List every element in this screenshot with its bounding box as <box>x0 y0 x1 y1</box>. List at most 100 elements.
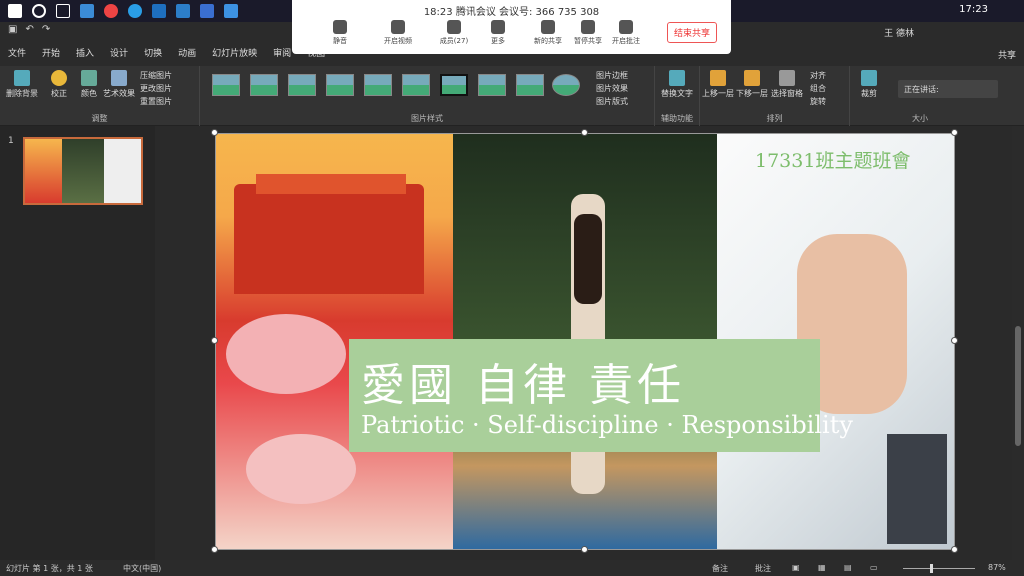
resize-handle-b[interactable] <box>581 546 588 553</box>
tab-insert[interactable]: 插入 <box>68 46 102 59</box>
notes-button[interactable]: 备注 <box>712 563 728 574</box>
zoom-slider[interactable] <box>903 568 975 569</box>
search-icon[interactable] <box>32 4 46 18</box>
tab-transitions[interactable]: 切换 <box>136 46 170 59</box>
resize-handle-br[interactable] <box>951 546 958 553</box>
picture-style-7[interactable] <box>440 74 468 96</box>
reset-picture-button[interactable]: 重置图片 <box>140 96 172 107</box>
remove-background-label: 删除背景 <box>6 89 38 98</box>
picture-style-6[interactable] <box>402 74 430 96</box>
video-label: 开启视频 <box>384 37 412 45</box>
change-picture-button[interactable]: 更改图片 <box>140 83 172 94</box>
share-icon <box>541 20 555 34</box>
send-backward-button[interactable]: 下移一层 <box>736 70 768 99</box>
slide-thumbnail-pane: 1 <box>0 126 155 560</box>
taskview-icon[interactable] <box>56 4 70 18</box>
crop-button[interactable]: 裁剪 <box>856 70 882 99</box>
slogan-banner[interactable]: 愛國 自律 責任 Patriotic · Self-discipline · R… <box>349 339 853 452</box>
save-icon[interactable]: ▣ <box>8 24 17 35</box>
rotate-button[interactable]: 旋转 <box>810 96 826 107</box>
group-adjust: 删除背景 校正 颜色 艺术效果 压缩图片 更改图片 重置图片 调整 <box>0 66 200 126</box>
zoom-knob[interactable] <box>930 564 933 573</box>
zoom-level[interactable]: 87% <box>988 563 1006 572</box>
end-share-button[interactable]: 结束共享 <box>666 22 717 43</box>
comments-button[interactable]: 批注 <box>755 563 771 574</box>
undo-icon[interactable]: ↶ <box>25 24 33 35</box>
slide-sorter-icon[interactable]: ▦ <box>818 563 826 572</box>
send-backward-icon <box>744 70 760 86</box>
language-status[interactable]: 中文(中国) <box>123 563 161 574</box>
resize-handle-tr[interactable] <box>951 129 958 136</box>
picture-style-10[interactable] <box>552 74 580 96</box>
vertical-scrollbar[interactable] <box>1012 126 1024 560</box>
picture-style-4[interactable] <box>326 74 354 96</box>
resize-handle-bl[interactable] <box>211 546 218 553</box>
bring-forward-button[interactable]: 上移一层 <box>702 70 734 99</box>
slogan-english: Patriotic · Self-discipline · Responsibi… <box>361 411 853 439</box>
annotate-button[interactable]: 开启批注 <box>606 20 646 46</box>
resize-handle-r[interactable] <box>951 337 958 344</box>
group-button[interactable]: 组合 <box>810 83 826 94</box>
selection-pane-button[interactable]: 选择窗格 <box>770 70 804 99</box>
picture-effects-button[interactable]: 图片效果 <box>596 83 628 94</box>
tab-home[interactable]: 开始 <box>34 46 68 59</box>
slideshow-icon[interactable]: ▭ <box>870 563 878 572</box>
pause-share-button[interactable]: 暂停共享 <box>568 20 608 46</box>
picture-layout-button[interactable]: 图片版式 <box>596 96 628 107</box>
app-icon[interactable] <box>200 4 214 18</box>
chrome-icon[interactable] <box>104 4 118 18</box>
camera-off-icon <box>391 20 405 34</box>
picture-style-3[interactable] <box>288 74 316 96</box>
alt-text-button[interactable]: 替换文字 <box>660 70 694 99</box>
store-icon[interactable] <box>176 4 190 18</box>
status-bar: 幻灯片 第 1 张，共 1 张 中文(中国) 备注 批注 ▣ ▦ ▤ ▭ 87% <box>0 560 1024 576</box>
selection-pane-icon <box>779 70 795 86</box>
windows-icon[interactable] <box>8 4 22 18</box>
app: 17:23 ▣ ↶ ↷ 王 德林 文件 开始 插入 设计 切换 动画 幻灯片放映… <box>0 0 1024 576</box>
picture-style-8[interactable] <box>478 74 506 96</box>
remove-background-button[interactable]: 删除背景 <box>4 70 40 99</box>
group-accessibility: 替换文字 辅助功能 <box>655 66 700 126</box>
color-button[interactable]: 颜色 <box>76 70 102 99</box>
resize-handle-tl[interactable] <box>211 129 218 136</box>
align-button[interactable]: 对齐 <box>810 70 826 81</box>
compress-pictures-button[interactable]: 压缩图片 <box>140 70 172 81</box>
app-icon[interactable] <box>80 4 94 18</box>
share-button[interactable]: 共享 <box>998 48 1016 61</box>
microphone-icon <box>333 20 347 34</box>
alt-text-label: 替换文字 <box>661 89 693 98</box>
user-name: 王 德林 <box>884 29 914 39</box>
tab-file[interactable]: 文件 <box>0 46 34 59</box>
mail-icon[interactable] <box>152 4 166 18</box>
resize-handle-l[interactable] <box>211 337 218 344</box>
picture-style-1[interactable] <box>212 74 240 96</box>
reading-view-icon[interactable]: ▤ <box>844 563 852 572</box>
mute-button[interactable]: 静音 <box>320 20 360 46</box>
tab-animations[interactable]: 动画 <box>170 46 204 59</box>
scroll-thumb[interactable] <box>1015 326 1021 446</box>
tab-design[interactable]: 设计 <box>102 46 136 59</box>
app-icon[interactable] <box>224 4 238 18</box>
new-share-button[interactable]: 新的共享 <box>528 20 568 46</box>
meeting-toolbar: 18:23 腾讯会议 会议号: 366 735 308 静音 开启视频 成员(2… <box>292 0 731 54</box>
slide-thumbnail[interactable] <box>23 137 143 205</box>
send-backward-label: 下移一层 <box>736 89 768 98</box>
normal-view-icon[interactable]: ▣ <box>792 563 800 572</box>
picture-border-button[interactable]: 图片边框 <box>596 70 628 81</box>
sun-icon <box>51 70 67 86</box>
picture-style-5[interactable] <box>364 74 392 96</box>
edge-icon[interactable] <box>128 4 142 18</box>
redo-icon[interactable]: ↷ <box>42 24 50 35</box>
resize-handle-t[interactable] <box>581 129 588 136</box>
members-label: 成员(27) <box>439 37 469 45</box>
picture-style-2[interactable] <box>250 74 278 96</box>
corrections-button[interactable]: 校正 <box>44 70 74 99</box>
more-button[interactable]: 更多 <box>478 20 518 46</box>
annotate-icon <box>619 20 633 34</box>
video-button[interactable]: 开启视频 <box>378 20 418 46</box>
crop-label: 裁剪 <box>861 89 877 98</box>
members-button[interactable]: 成员(27) <box>434 20 474 46</box>
picture-style-9[interactable] <box>516 74 544 96</box>
tab-slideshow[interactable]: 幻灯片放映 <box>204 46 265 59</box>
artistic-effects-button[interactable]: 艺术效果 <box>102 70 136 99</box>
